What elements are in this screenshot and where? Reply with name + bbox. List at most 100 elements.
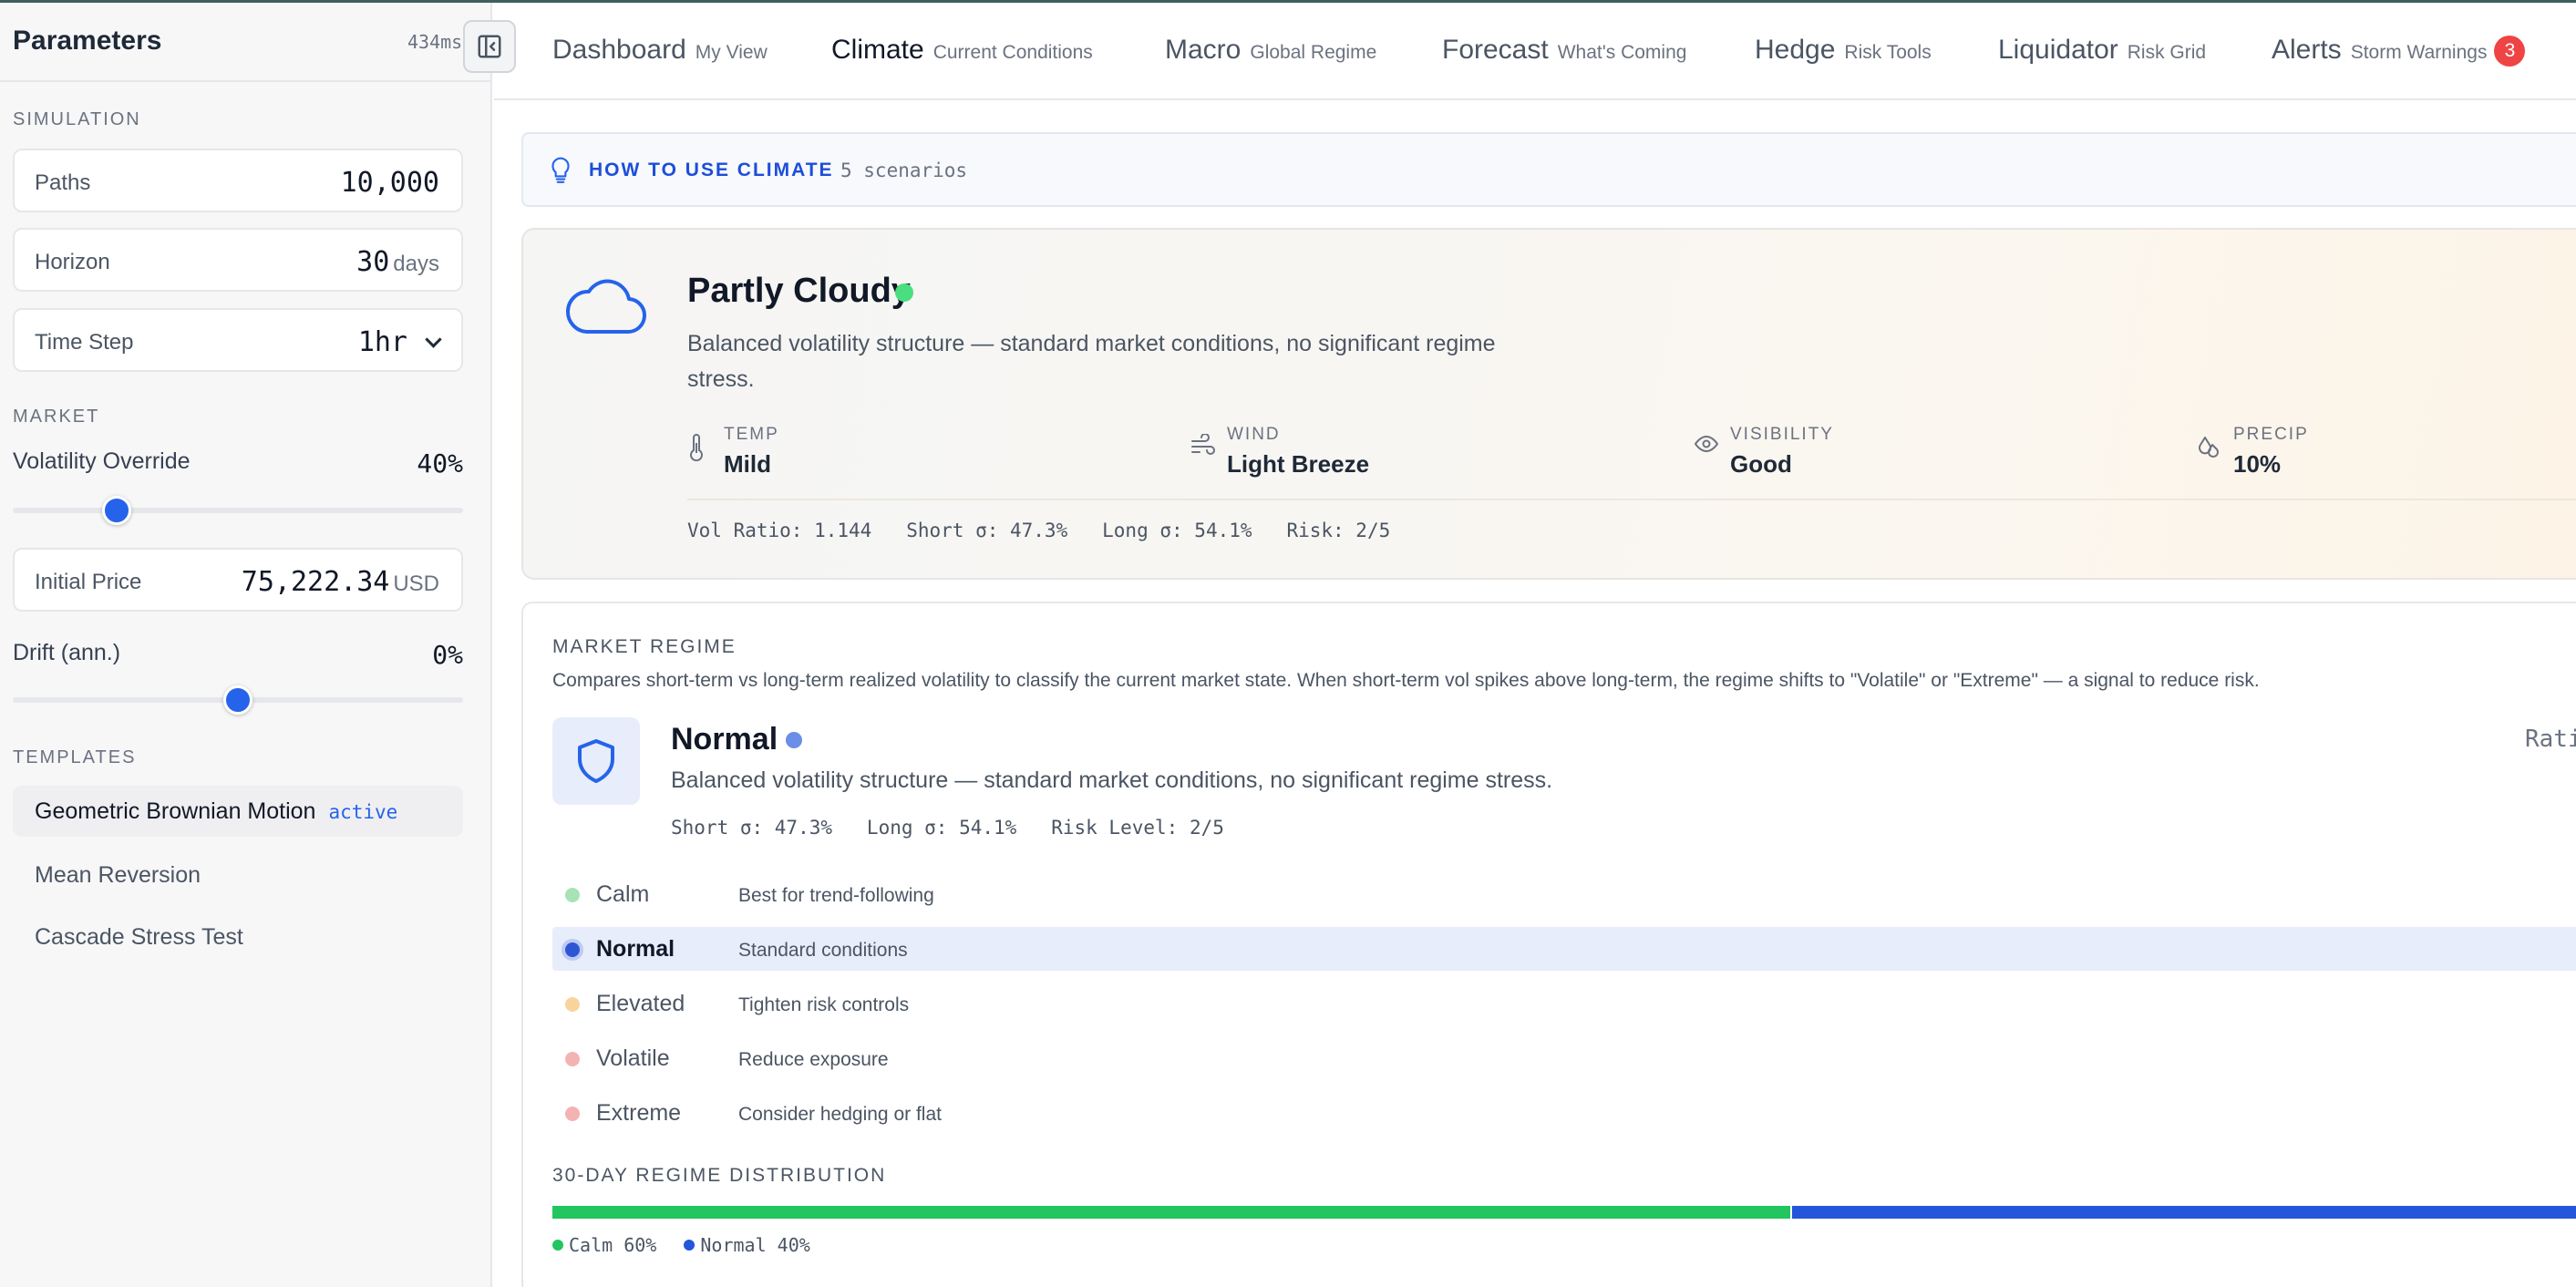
initial-price-value[interactable]: 75,222.34 USD [242, 566, 439, 598]
tab-alerts[interactable]: Alerts Storm Warnings 3 [2272, 35, 2526, 67]
market-regime-description: Compares short-term vs long-term realize… [552, 670, 2260, 691]
horizon-label: Horizon [35, 250, 110, 274]
legend-item-normal: Normal 40% [684, 1234, 810, 1256]
regime-level-normal: Normal Standard conditions ← [552, 927, 2576, 971]
time-step-selected: 1hr [357, 326, 407, 358]
regime-level-calm: Calm Best for trend-following [552, 872, 2576, 916]
initial-price-unit: USD [393, 571, 439, 596]
tab-title: Macro [1165, 35, 1242, 65]
regime-level-dot [565, 942, 580, 957]
tab-title: Hedge [1755, 35, 1836, 65]
metric-label: PRECIP [2233, 425, 2309, 444]
regime-stats: Short σ: 47.3% Long σ: 54.1% Risk Level:… [671, 817, 1224, 839]
horizon-field[interactable]: Horizon 30 days [13, 228, 463, 292]
tab-climate[interactable]: Climate Current Conditions [831, 35, 1093, 66]
regime-level-desc: Reduce exposure [738, 1049, 889, 1070]
tab-subtitle: Risk Grid [2127, 42, 2207, 63]
compute-time: 434ms [407, 31, 463, 53]
initial-price-label: Initial Price [35, 570, 142, 594]
regime-distribution-bar [552, 1206, 2576, 1219]
template-name: Geometric Brownian Motion active [35, 798, 397, 825]
volatility-stats: Vol Ratio: 1.144 Short σ: 47.3% Long σ: … [687, 520, 1391, 541]
tab-title: Forecast [1442, 35, 1549, 65]
regime-level-volatile: Volatile Reduce exposure [552, 1036, 2576, 1080]
metric-value: Light Breeze [1227, 450, 1370, 478]
scenario-count: 5 scenarios [840, 160, 968, 181]
eye-icon [1694, 434, 1719, 458]
paths-label: Paths [35, 170, 91, 195]
drift-value: 0% [432, 640, 463, 670]
regime-level-extreme: Extreme Consider hedging or flat [552, 1091, 2576, 1135]
regime-level-desc: Consider hedging or flat [738, 1104, 942, 1125]
regime-subtitle: Balanced volatility structure — standard… [671, 767, 1553, 793]
tab-title: Alerts [2272, 35, 2342, 65]
regime-level-elevated: Elevated Tighten risk controls [552, 982, 2576, 1025]
legend-item-calm: Calm 60% [552, 1234, 656, 1256]
template-gbm-label: Geometric Brownian Motion [35, 798, 316, 824]
volatility-slider-thumb[interactable] [101, 496, 131, 525]
volatility-slider[interactable] [13, 496, 463, 525]
drift-slider-thumb[interactable] [223, 685, 252, 715]
time-step-value[interactable]: 1hr [357, 326, 442, 358]
legend-label: Calm 60% [569, 1234, 657, 1256]
tab-hedge[interactable]: Hedge Risk Tools [1755, 35, 1932, 66]
how-to-banner[interactable]: HOW TO USE CLIMATE 5 scenarios [521, 132, 2576, 207]
regime-level-dot [565, 997, 580, 1012]
lightbulb-icon [549, 156, 572, 190]
time-step-select[interactable]: Time Step 1hr [13, 308, 463, 372]
paths-field[interactable]: Paths 10,000 [13, 149, 463, 212]
metric-value: 10% [2233, 450, 2282, 478]
tab-forecast[interactable]: Forecast What's Coming [1442, 35, 1686, 66]
regime-level-dot [565, 1107, 580, 1121]
drift-slider[interactable] [13, 685, 463, 715]
active-badge: active [328, 801, 398, 823]
metric-label: TEMP [724, 425, 779, 444]
condition-description: Balanced volatility structure — standard… [687, 331, 1496, 392]
simulation-section-label: SIMULATION [13, 109, 141, 129]
template-name: Mean Reversion [35, 862, 201, 888]
metric-value: Mild [724, 450, 771, 478]
tab-liquidator[interactable]: Liquidator Risk Grid [1998, 35, 2206, 66]
time-step-label: Time Step [35, 330, 134, 355]
distribution-label: 30-DAY REGIME DISTRIBUTION [552, 1165, 887, 1186]
distribution-legend: Calm 60% Normal 40% [552, 1234, 827, 1256]
climate-conditions-card: Partly Cloudy Balanced volatility struct… [521, 228, 2576, 580]
market-regime-card: MARKET REGIME Compares short-term vs lon… [521, 602, 2576, 1287]
tab-subtitle: Risk Tools [1844, 42, 1932, 63]
thermometer-icon [687, 434, 706, 466]
regime-level-name: Normal [596, 936, 675, 962]
distribution-segment-calm [552, 1206, 1791, 1219]
horizon-value[interactable]: 30 days [356, 246, 439, 278]
tab-macro[interactable]: Macro Global Regime [1165, 35, 1376, 66]
regime-status-dot [786, 732, 802, 748]
legend-dot [552, 1240, 563, 1251]
regime-level-desc: Tighten risk controls [738, 994, 910, 1015]
legend-label: Normal 40% [700, 1234, 810, 1256]
initial-price-number: 75,222.34 [241, 566, 390, 598]
condition-title: Partly Cloudy [687, 272, 911, 310]
regime-title: Normal [671, 722, 778, 757]
chevron-down-icon [425, 331, 442, 348]
template-gbm[interactable]: Geometric Brownian Motion active [13, 786, 463, 837]
alerts-count-badge: 3 [2494, 36, 2526, 67]
how-to-title: HOW TO USE CLIMATE [589, 160, 834, 180]
sidebar-title: Parameters [13, 26, 162, 56]
tab-title: Climate [831, 35, 924, 65]
volatility-label: Volatility Override [13, 448, 191, 474]
paths-value[interactable]: 10,000 [341, 167, 439, 199]
shield-icon-box [552, 717, 640, 805]
metric-value: Good [1730, 450, 1792, 478]
tab-subtitle: Current Conditions [933, 42, 1093, 63]
tab-title: Dashboard [552, 35, 686, 65]
market-section-label: MARKET [13, 407, 100, 427]
legend-dot [684, 1240, 696, 1251]
template-mean-reversion[interactable]: Mean Reversion [13, 849, 463, 901]
tab-subtitle: My View [695, 42, 768, 63]
tab-dashboard[interactable]: Dashboard My View [552, 35, 768, 66]
initial-price-field[interactable]: Initial Price 75,222.34 USD [13, 548, 463, 612]
wind-icon [1190, 433, 1216, 460]
template-cascade-stress[interactable]: Cascade Stress Test [13, 911, 463, 963]
template-name: Cascade Stress Test [35, 924, 243, 950]
collapse-sidebar-button[interactable] [463, 20, 516, 73]
metric-label: VISIBILITY [1730, 425, 1834, 444]
